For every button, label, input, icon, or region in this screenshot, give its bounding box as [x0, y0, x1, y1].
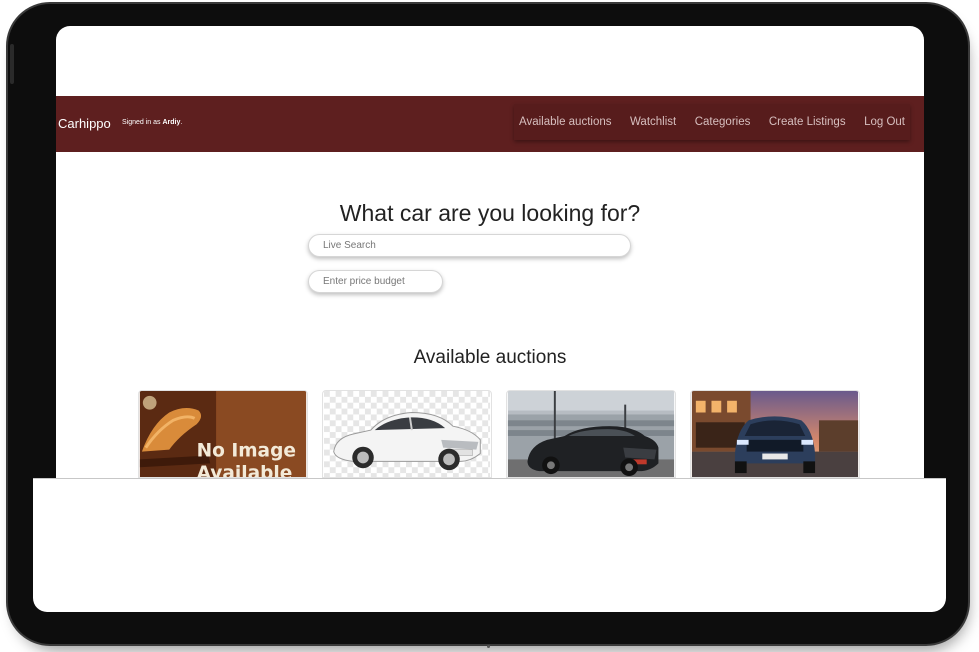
no-image-line2: Available [197, 463, 293, 477]
signed-in-text: Signed in as Ardiy. [122, 119, 182, 126]
auction-card[interactable]: No Image Available [138, 390, 308, 478]
auction-card[interactable] [506, 390, 676, 478]
nav-watchlist[interactable]: Watchlist [630, 116, 676, 128]
nav-available-auctions[interactable]: Available auctions [519, 116, 612, 128]
auctions-title: Available auctions [413, 347, 567, 368]
auction-card[interactable] [322, 390, 492, 478]
nav-create-listings[interactable]: Create Listings [769, 116, 846, 128]
nav-links: Available auctions Watchlist Categories … [514, 104, 910, 140]
viewport-lower-area [33, 478, 946, 612]
no-image-placeholder: No Image Available [139, 391, 307, 477]
auction-card[interactable] [690, 390, 860, 478]
no-image-line1: No Image [197, 440, 296, 461]
price-budget-input[interactable] [308, 270, 443, 293]
signed-in-prefix: Signed in as [122, 119, 161, 126]
browser-viewport: Carhippo Signed in as Ardiy. Available a… [56, 26, 924, 478]
navbar: Carhippo Signed in as Ardiy. Available a… [56, 96, 924, 152]
car-photo [507, 391, 675, 477]
car-photo [691, 391, 859, 477]
live-search-input[interactable] [308, 234, 631, 257]
nav-categories[interactable]: Categories [695, 116, 751, 128]
signed-in-period: . [180, 119, 183, 126]
camera-dot [487, 645, 490, 648]
side-button [10, 44, 14, 84]
username: Ardiy [162, 119, 181, 126]
brand-logo[interactable]: Carhippo [58, 116, 111, 131]
car-photo [323, 391, 491, 477]
nav-log-out[interactable]: Log Out [864, 116, 905, 128]
hero-title: What car are you looking for? [339, 200, 641, 226]
